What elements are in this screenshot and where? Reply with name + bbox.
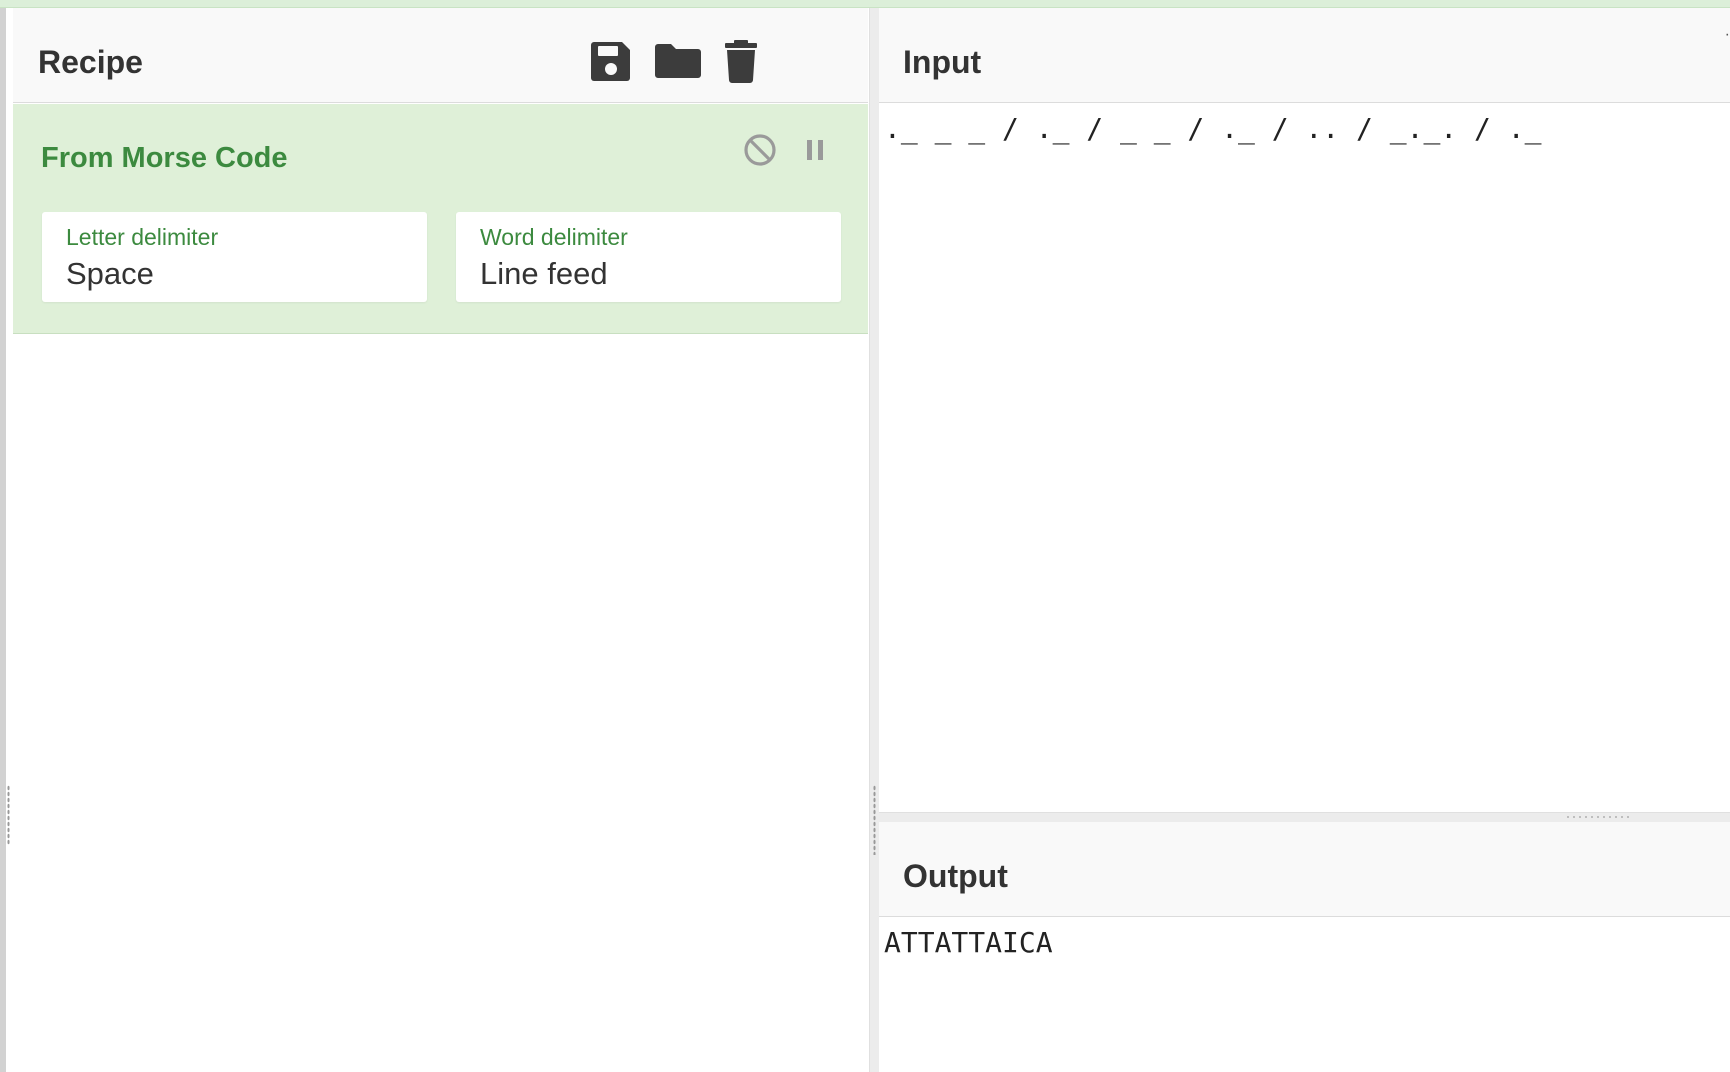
operation-from-morse-code[interactable]: From Morse Code Letter delimiter Space W… [13, 104, 868, 334]
recipe-pane: Recipe From Morse Code Letter delimiter … [13, 8, 868, 1072]
left-splitter-grip[interactable] [7, 785, 10, 845]
output-header: Output [879, 822, 1730, 917]
operation-title: From Morse Code [41, 142, 288, 174]
top-status-strip [0, 0, 1730, 8]
word-delimiter-value[interactable]: Line feed [480, 256, 608, 292]
pane-splitter-grip[interactable] [873, 785, 876, 855]
input-corner-mark: · [1724, 26, 1730, 43]
output-title: Output [903, 858, 1008, 894]
left-edge-splitter[interactable] [0, 8, 6, 1072]
io-pane: Input · ._ _ _ / ._ / _ _ / ._ / .. / _.… [879, 8, 1730, 1072]
recipe-header: Recipe [13, 8, 868, 103]
letter-delimiter-value[interactable]: Space [66, 256, 154, 292]
input-title: Input [903, 44, 982, 80]
letter-delimiter-label: Letter delimiter [66, 224, 219, 250]
save-icon[interactable] [588, 38, 634, 84]
letter-delimiter-select[interactable]: Letter delimiter Space [42, 212, 427, 302]
recipe-title: Recipe [38, 44, 143, 80]
trash-icon[interactable] [721, 38, 761, 84]
input-textarea[interactable]: ._ _ _ / ._ / _ _ / ._ / .. / _._. / ._ [884, 112, 1541, 145]
pause-icon[interactable] [795, 130, 835, 170]
word-delimiter-select[interactable]: Word delimiter Line feed [456, 212, 841, 302]
output-text[interactable]: ATTATTAICA [884, 926, 1053, 959]
input-header: Input · [879, 8, 1730, 103]
disable-icon[interactable] [740, 130, 780, 170]
folder-open-icon[interactable] [652, 38, 704, 84]
word-delimiter-label: Word delimiter [480, 224, 628, 250]
io-divider-grip[interactable] [1565, 815, 1629, 819]
